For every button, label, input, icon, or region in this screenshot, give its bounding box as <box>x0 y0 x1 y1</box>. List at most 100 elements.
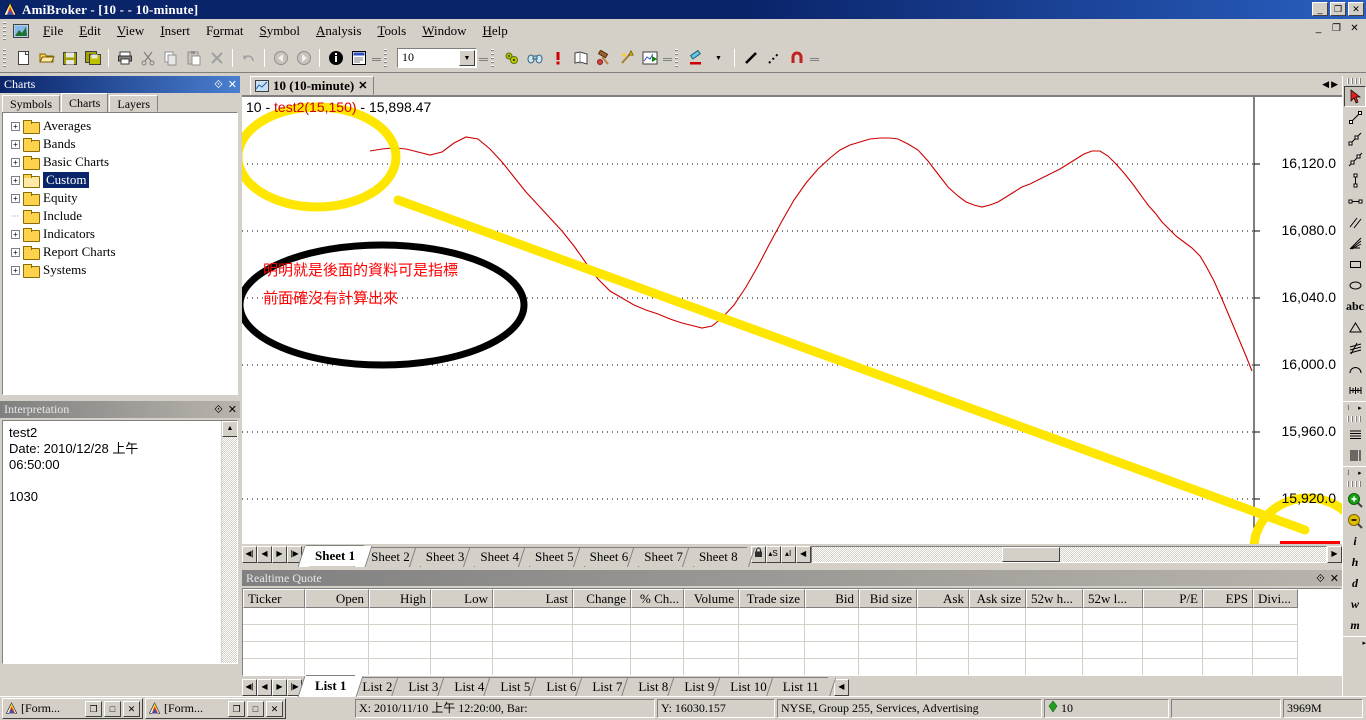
task-window-2[interactable]: [Form... ❐ □ ✕ <box>145 698 286 719</box>
chart-canvas[interactable]: 10 - test2(15,150) - 15,898.47 明明就是後面的資料… <box>242 96 1342 544</box>
resize-grip-icon[interactable]: ⁞ <box>1347 469 1349 477</box>
menu-edit[interactable]: Edit <box>71 21 109 41</box>
expand-icon[interactable]: ▸ <box>1362 639 1366 647</box>
trendline-tool[interactable] <box>1344 107 1366 128</box>
maximize-window-button[interactable]: □ <box>247 700 264 717</box>
backtest-hammer-button[interactable] <box>592 47 615 69</box>
highlighter-dropdown[interactable]: ▼ <box>707 47 730 69</box>
interval-combo[interactable]: 10 ▼ <box>397 47 477 68</box>
rectangle-tool[interactable] <box>1344 254 1366 275</box>
column-header-bid-size[interactable]: Bid size <box>859 589 917 608</box>
minimize-button[interactable]: _ <box>1312 2 1328 16</box>
expand-icon[interactable]: + <box>11 229 20 239</box>
save-button[interactable] <box>58 47 81 69</box>
extended-line-tool[interactable] <box>1344 149 1366 170</box>
column-header-volume[interactable]: Volume <box>684 589 739 608</box>
arc-tool[interactable] <box>1344 359 1366 380</box>
task-window-1[interactable]: [Form... ❐ □ ✕ <box>2 698 143 719</box>
new-analysis-button[interactable] <box>638 47 661 69</box>
tree-item-custom[interactable]: + Custom <box>3 171 237 189</box>
hourly-period-button[interactable]: h <box>1344 552 1366 573</box>
alerts-exclamation-button[interactable] <box>546 47 569 69</box>
tree-item-include[interactable]: ··· Include <box>3 207 237 225</box>
column-header-52w-l[interactable]: 52w l... <box>1083 589 1143 608</box>
tab-scroll-left-button[interactable]: ◀ <box>1322 79 1329 90</box>
sheet-tab-8[interactable]: Sheet 8 <box>689 547 747 566</box>
print-button[interactable] <box>113 47 136 69</box>
table-row[interactable] <box>243 642 1341 659</box>
copy-button[interactable] <box>159 47 182 69</box>
scroll-up-button[interactable]: ▲ <box>222 421 237 437</box>
highlighter-button[interactable] <box>684 47 707 69</box>
tree-item-averages[interactable]: + Averages <box>3 117 237 135</box>
expand-icon[interactable]: + <box>11 193 20 203</box>
close-window-button[interactable]: ✕ <box>266 700 283 717</box>
back-button[interactable] <box>269 47 292 69</box>
list-tab-11[interactable]: List 11 <box>773 677 828 696</box>
resize-grip-icon[interactable]: ⁞ <box>1347 404 1349 412</box>
column-header-bid[interactable]: Bid <box>805 589 859 608</box>
ellipse-tool[interactable] <box>1344 275 1366 296</box>
toolbar-grip-4[interactable] <box>675 48 682 67</box>
open-button[interactable] <box>35 47 58 69</box>
dotted-line-button[interactable] <box>762 47 785 69</box>
mdi-restore-button[interactable]: ❐ <box>1329 22 1344 36</box>
expand-icon[interactable]: + <box>11 157 20 167</box>
select-cursor-tool[interactable] <box>1344 86 1366 107</box>
column-header-low[interactable]: Low <box>431 589 493 608</box>
ray-line-tool[interactable] <box>1344 128 1366 149</box>
report-button[interactable] <box>569 47 592 69</box>
restore-window-button[interactable]: ❐ <box>85 700 102 717</box>
column-header--ch[interactable]: % Ch... <box>631 589 684 608</box>
menu-file[interactable]: File <box>35 21 71 41</box>
cut-button[interactable] <box>136 47 159 69</box>
prev-bar-button[interactable]: ◀ <box>257 546 272 563</box>
drawing-toolbar-grip[interactable] <box>1347 78 1362 84</box>
chart-tab-10-minute[interactable]: 10 (10-minute) ✕ <box>250 76 375 95</box>
expand-icon[interactable]: + <box>11 265 20 275</box>
weekly-period-button[interactable]: w <box>1344 594 1366 615</box>
clipboard-paste-button[interactable] <box>182 47 205 69</box>
restore-button[interactable]: ❐ <box>1330 2 1346 16</box>
scale-button[interactable]: ▴S <box>765 546 781 563</box>
column-header-trade-size[interactable]: Trade size <box>739 589 805 608</box>
menu-format[interactable]: Format <box>198 21 252 41</box>
toolbar-grip-3[interactable] <box>491 48 498 67</box>
thick-line-button[interactable] <box>739 47 762 69</box>
tree-item-report-charts[interactable]: + Report Charts <box>3 243 237 261</box>
tree-item-indicators[interactable]: + Indicators <box>3 225 237 243</box>
column-header-divi[interactable]: Divi... <box>1253 589 1298 608</box>
toolbar-overflow-3[interactable] <box>663 47 672 68</box>
drawing-toolbar-split-2[interactable]: ⁞ ▸ <box>1343 466 1366 479</box>
hscroll-right-button[interactable]: ▶ <box>1327 546 1342 563</box>
forward-button[interactable] <box>292 47 315 69</box>
toolbar-grip-2[interactable] <box>384 48 391 67</box>
toolbar-overflow-4[interactable] <box>810 47 819 68</box>
mdi-minimize-button[interactable]: _ <box>1311 22 1326 36</box>
intraday-period-button[interactable]: i <box>1344 531 1366 552</box>
close-window-button[interactable]: ✕ <box>123 700 140 717</box>
tab-charts[interactable]: Charts <box>61 93 109 112</box>
expand-icon[interactable]: + <box>11 175 20 185</box>
column-header-last[interactable]: Last <box>493 589 573 608</box>
tree-item-equity[interactable]: + Equity <box>3 189 237 207</box>
close-icon[interactable]: ✕ <box>228 402 237 419</box>
menu-insert[interactable]: Insert <box>152 21 198 41</box>
close-icon[interactable]: ✕ <box>358 79 367 92</box>
binoculars-button[interactable] <box>523 47 546 69</box>
close-button[interactable]: ✕ <box>1348 2 1364 16</box>
table-row[interactable] <box>243 625 1341 642</box>
tree-item-systems[interactable]: + Systems <box>3 261 237 279</box>
menubar-grip[interactable] <box>3 21 10 40</box>
drawing-toolbar-split-3[interactable]: ▸ <box>1343 636 1366 649</box>
tab-scroll-right-button[interactable]: ▶ <box>1331 79 1338 90</box>
cycle-lines-tool[interactable] <box>1344 380 1366 401</box>
indicator-button[interactable]: ▴I <box>780 546 796 563</box>
daily-period-button[interactable]: d <box>1344 573 1366 594</box>
zoom-in-button[interactable] <box>1344 489 1366 510</box>
parallel-lines-tool[interactable] <box>1344 212 1366 233</box>
close-icon[interactable]: ✕ <box>228 77 237 94</box>
magnet-button[interactable] <box>785 47 808 69</box>
realtime-quote-rows[interactable] <box>243 608 1341 675</box>
horizontal-line-tool[interactable] <box>1344 191 1366 212</box>
